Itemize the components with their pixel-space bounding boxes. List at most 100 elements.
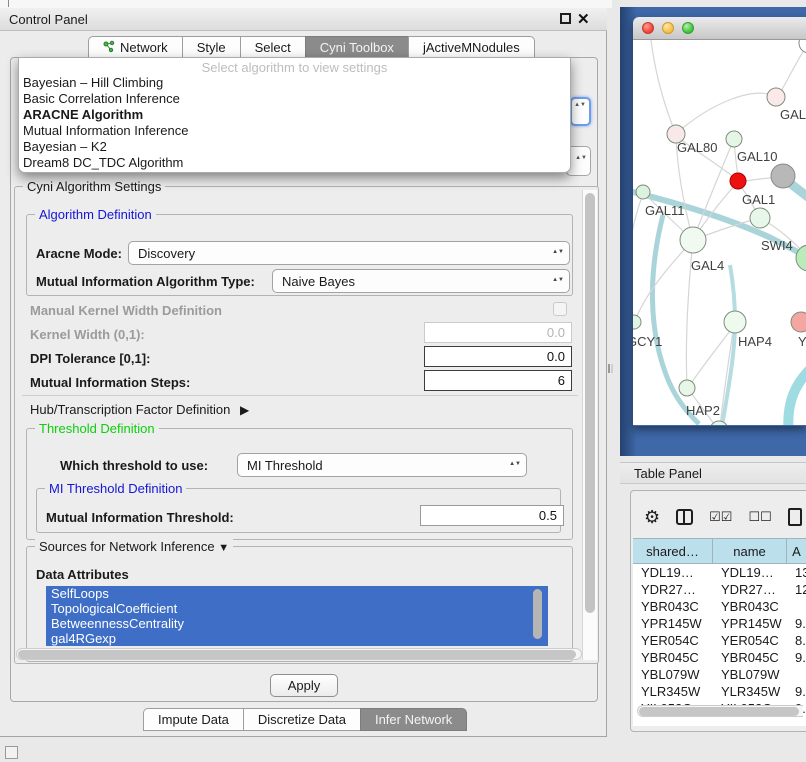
close-traffic-light-icon[interactable] — [642, 22, 654, 34]
node-label: SWI4 — [761, 238, 793, 253]
network-node[interactable] — [799, 40, 806, 53]
tab-cyni-toolbox[interactable]: Cyni Toolbox — [305, 36, 408, 59]
network-node[interactable] — [679, 380, 695, 396]
network-edge[interactable] — [678, 93, 773, 132]
hub-definition-label: Hub/Transcription Factor Definition — [30, 402, 230, 417]
tab-impute-data[interactable]: Impute Data — [143, 708, 243, 731]
attribute-list-item[interactable]: TopologicalCoefficient — [46, 601, 548, 616]
network-tab-icon — [103, 40, 115, 56]
column-header-partial[interactable]: A — [787, 539, 806, 563]
sources-hscroll-track[interactable] — [16, 648, 582, 660]
sources-hscroll-thumb[interactable] — [18, 650, 576, 659]
mi-threshold-definition-title: MI Threshold Definition — [45, 481, 186, 496]
column-header-shared-name[interactable]: shared… — [633, 539, 713, 563]
network-node[interactable] — [750, 208, 770, 228]
hub-definition-toggle[interactable]: Hub/Transcription Factor Definition ▶ — [30, 402, 249, 417]
attribute-list-item[interactable]: BetweennessCentrality — [46, 616, 548, 631]
dropdown-item[interactable]: Bayesian – K2 — [19, 139, 570, 155]
attribute-list-item[interactable]: SelfLoops — [46, 586, 548, 601]
sources-title[interactable]: Sources for Network Inference ▼ — [35, 539, 233, 556]
mi-steps-field[interactable]: 6 — [424, 370, 572, 391]
table-row[interactable]: YPR145WYPR145W9. — [633, 615, 806, 632]
network-node[interactable] — [724, 311, 746, 333]
network-node[interactable] — [726, 131, 742, 147]
mi-type-combobox[interactable]: Naive Bayes ▲▼ — [272, 269, 570, 293]
network-canvas[interactable]: GALGAL80GAL10GAL1GAL11SWI4GAL4GCY1HAP4YH… — [633, 40, 806, 425]
network-edge[interactable] — [635, 240, 693, 321]
table-hscroll-thumb[interactable] — [639, 707, 799, 716]
table-hscroll-track[interactable] — [637, 705, 803, 717]
application-window: Control Panel ✕ Network Style Select Cyn… — [0, 0, 806, 762]
table-panel-title: Table Panel — [634, 466, 702, 481]
mi-threshold-field[interactable]: 0.5 — [420, 505, 564, 526]
network-edge[interactable] — [779, 44, 806, 95]
tab-label: Infer Network — [375, 712, 452, 727]
algorithm-combobox-edge[interactable]: ▲▼ — [570, 97, 591, 126]
dropdown-item[interactable]: ARACNE Algorithm — [19, 107, 570, 123]
table-row[interactable]: YLR345WYLR345W9. — [633, 683, 806, 700]
table-row[interactable]: YBL079WYBL079W — [633, 666, 806, 683]
aracne-mode-combobox[interactable]: Discovery ▲▼ — [128, 241, 570, 265]
dpi-tolerance-field[interactable]: 0.0 — [424, 346, 572, 367]
manual-kernel-checkbox[interactable] — [553, 302, 567, 316]
attribute-list-item[interactable]: gal4RGexp — [46, 631, 548, 646]
network-edge[interactable] — [633, 194, 643, 240]
dropdown-item[interactable]: Basic Correlation Inference — [19, 91, 570, 107]
network-edge[interactable] — [788, 358, 806, 425]
network-node[interactable] — [680, 227, 706, 253]
network-node[interactable] — [771, 164, 795, 188]
splitter-grip[interactable] — [608, 364, 613, 373]
dropdown-item[interactable]: Mutual Information Inference — [19, 123, 570, 139]
table-panel-titlebar: Table Panel — [620, 462, 806, 484]
settings-scrollbar-track[interactable] — [582, 190, 597, 660]
network-node[interactable] — [791, 312, 806, 332]
table-cell: YBR045C — [633, 649, 713, 666]
data-attributes-list[interactable]: SelfLoopsTopologicalCoefficientBetweenne… — [46, 586, 548, 646]
close-icon[interactable]: ✕ — [577, 10, 593, 26]
tab-style[interactable]: Style — [182, 36, 240, 59]
select-columns-checked-icon[interactable]: ☑☑ — [709, 509, 732, 525]
network-window-titlebar[interactable] — [633, 17, 806, 40]
column-view-icon[interactable] — [676, 509, 693, 525]
network-edge[interactable] — [651, 40, 675, 132]
table-row[interactable]: YDL19…YDL19…13 — [633, 564, 806, 581]
bottom-tabs: Impute Data Discretize Data Infer Networ… — [143, 708, 467, 731]
table-row[interactable]: YBR043CYBR043C — [633, 598, 806, 615]
network-edge[interactable] — [690, 324, 735, 385]
column-header-name[interactable]: name — [713, 539, 787, 563]
top-strip — [0, 0, 612, 8]
minimize-traffic-light-icon[interactable] — [662, 22, 674, 34]
network-node[interactable] — [636, 185, 650, 199]
network-node[interactable] — [633, 315, 641, 329]
apply-button[interactable]: Apply — [270, 674, 338, 697]
network-node[interactable] — [767, 88, 785, 106]
zoom-traffic-light-icon[interactable] — [682, 22, 694, 34]
table-cell: 9. — [787, 615, 806, 632]
new-table-icon[interactable] — [788, 508, 802, 526]
tab-network[interactable]: Network — [88, 36, 182, 59]
tab-discretize-data[interactable]: Discretize Data — [243, 708, 360, 731]
kernel-width-field[interactable]: 0.0 — [424, 322, 572, 343]
divider — [22, 395, 578, 396]
algorithm-definition-title: Algorithm Definition — [35, 207, 156, 222]
select-columns-unchecked-icon[interactable]: ☐☐ — [748, 509, 771, 525]
table-row[interactable]: YDR27…YDR27…12 — [633, 581, 806, 598]
collapsed-panel-icon[interactable] — [5, 746, 18, 759]
network-edge[interactable] — [693, 141, 733, 240]
attribute-list-scrollbar[interactable] — [533, 589, 542, 639]
data-attributes-label: Data Attributes — [36, 567, 129, 582]
dropdown-item[interactable]: Dream8 DC_TDC Algorithm — [19, 155, 570, 171]
gear-icon[interactable]: ⚙ — [644, 508, 660, 526]
table-row[interactable]: YER054CYER054C8. — [633, 632, 806, 649]
which-threshold-combobox[interactable]: MI Threshold ▲▼ — [237, 453, 527, 477]
node-label: GAL80 — [677, 140, 717, 155]
float-icon[interactable] — [560, 13, 571, 24]
tab-select[interactable]: Select — [240, 36, 305, 59]
tab-infer-network[interactable]: Infer Network — [360, 708, 467, 731]
network-node[interactable] — [730, 173, 746, 189]
dropdown-item[interactable]: Bayesian – Hill Climbing — [19, 75, 570, 91]
settings-scrollbar-thumb[interactable] — [585, 193, 595, 613]
tab-jactivemnodules[interactable]: jActiveMNodules — [408, 36, 535, 59]
node-label: HAP4 — [738, 334, 772, 349]
table-row[interactable]: YBR045CYBR045C9. — [633, 649, 806, 666]
